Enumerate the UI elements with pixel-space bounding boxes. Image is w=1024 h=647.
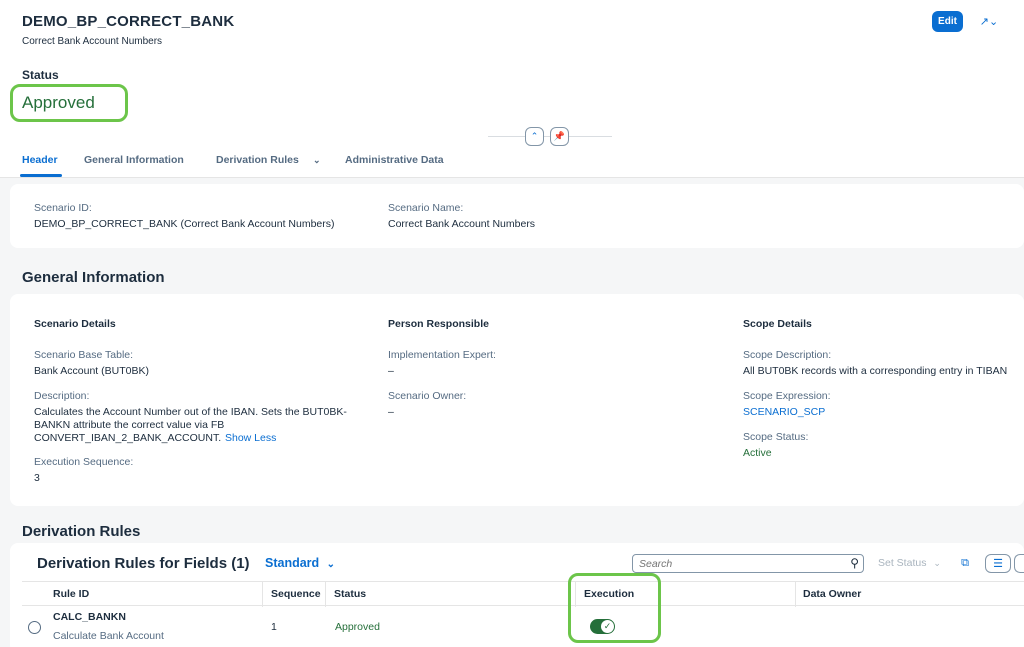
scenario-owner-value: – <box>388 406 394 418</box>
table-header-row: Rule ID Sequence Status Execution Data O… <box>22 581 1024 607</box>
sort-icon[interactable]: ☰ <box>985 554 1011 573</box>
object-page-header: DEMO_BP_CORRECT_BANK Correct Bank Accoun… <box>0 0 1024 178</box>
column-separator <box>325 582 326 607</box>
variant-label: Standard <box>265 556 320 570</box>
scenario-owner-label: Scenario Owner: <box>388 390 467 402</box>
exec-seq-value: 3 <box>34 472 40 484</box>
scope-description-value: All BUT0BK records with a corresponding … <box>743 365 1008 377</box>
person-responsible-heading: Person Responsible <box>388 318 489 330</box>
column-separator <box>262 582 263 607</box>
rule-id: CALC_BANKN <box>53 611 126 623</box>
description-line-3: CONVERT_IBAN_2_BANK_ACCOUNT. <box>34 432 222 444</box>
collapse-header-button[interactable]: ⌃ <box>525 127 544 146</box>
derivation-rules-title: Derivation Rules <box>22 523 141 540</box>
share-menu-button[interactable]: ↗⌄ <box>972 11 1006 32</box>
scope-description-label: Scope Description: <box>743 349 832 361</box>
base-table-value: Bank Account (BUT0BK) <box>34 365 149 377</box>
general-information-title: General Information <box>22 269 165 286</box>
chevron-down-icon: ⌄ <box>933 558 941 568</box>
header-section-card: Scenario ID: DEMO_BP_CORRECT_BANK (Corre… <box>10 184 1024 248</box>
impl-expert-value: – <box>388 365 394 377</box>
scope-expression-link[interactable]: SCENARIO_SCP <box>743 406 825 418</box>
share-icon: ↗⌄ <box>979 16 999 28</box>
rule-sequence: 1 <box>271 621 277 633</box>
status-label: Status <box>22 68 59 82</box>
scope-expression-label: Scope Expression: <box>743 390 831 402</box>
page-subtitle: Correct Bank Account Numbers <box>22 36 163 47</box>
scope-details-heading: Scope Details <box>743 318 812 330</box>
tab-general-information[interactable]: General Information <box>84 154 184 166</box>
search-icon[interactable]: ⚲ <box>850 556 859 570</box>
chevron-up-icon: ⌃ <box>530 131 539 141</box>
col-rule-id[interactable]: Rule ID <box>53 588 89 600</box>
tab-administrative-data[interactable]: Administrative Data <box>345 154 444 166</box>
description-line-2: BANKN attribute the correct value via FB <box>34 419 225 431</box>
col-data-owner[interactable]: Data Owner <box>803 588 861 600</box>
settings-icon[interactable] <box>1014 554 1024 573</box>
show-less-link[interactable]: Show Less <box>225 432 276 444</box>
scope-status-value: Active <box>743 447 772 459</box>
variant-selector[interactable]: Standard ⌄ <box>265 556 335 570</box>
edit-button[interactable]: Edit <box>932 11 963 32</box>
rule-status: Approved <box>335 621 380 633</box>
impl-expert-label: Implementation Expert: <box>388 349 496 361</box>
search-input[interactable] <box>639 557 829 571</box>
status-highlight-box <box>10 84 128 122</box>
page-title: DEMO_BP_CORRECT_BANK <box>22 13 235 30</box>
anchor-bar: Header General Information Derivation Ru… <box>0 150 1024 178</box>
row-select-radio[interactable] <box>28 621 41 634</box>
description-label: Description: <box>34 390 90 402</box>
search-field[interactable]: ⚲ <box>632 554 864 573</box>
col-status[interactable]: Status <box>334 588 366 600</box>
scenario-id-label: Scenario ID: <box>34 202 92 214</box>
base-table-label: Scenario Base Table: <box>34 349 134 361</box>
active-tab-indicator <box>20 174 62 177</box>
column-separator <box>795 582 796 607</box>
tab-derivation-rules[interactable]: Derivation Rules <box>216 154 299 166</box>
description-line-1: Calculates the Account Number out of the… <box>34 406 347 418</box>
scope-status-label: Scope Status: <box>743 431 809 443</box>
tab-header[interactable]: Header <box>22 154 58 166</box>
scenario-name-value: Correct Bank Account Numbers <box>388 218 536 230</box>
rule-description: Calculate Bank Account <box>53 630 164 642</box>
col-sequence[interactable]: Sequence <box>271 588 321 600</box>
chevron-down-icon: ⌄ <box>326 559 336 570</box>
copy-icon[interactable]: ⧉ <box>956 554 974 573</box>
pin-header-button[interactable]: 📌 <box>550 127 569 146</box>
scenario-name-label: Scenario Name: <box>388 202 464 214</box>
general-information-card: Scenario Details Scenario Base Table: Ba… <box>10 294 1024 506</box>
chevron-down-icon[interactable]: ⌄ <box>313 155 321 166</box>
scenario-id-value: DEMO_BP_CORRECT_BANK (Correct Bank Accou… <box>34 218 335 230</box>
execution-highlight-box <box>568 573 661 643</box>
pin-icon: 📌 <box>553 131 566 141</box>
exec-seq-label: Execution Sequence: <box>34 456 134 468</box>
table-title: Derivation Rules for Fields (1) <box>37 555 250 572</box>
scenario-details-heading: Scenario Details <box>34 318 116 330</box>
set-status-label: Set Status <box>878 557 927 569</box>
set-status-button[interactable]: Set Status ⌄ <box>878 557 941 569</box>
